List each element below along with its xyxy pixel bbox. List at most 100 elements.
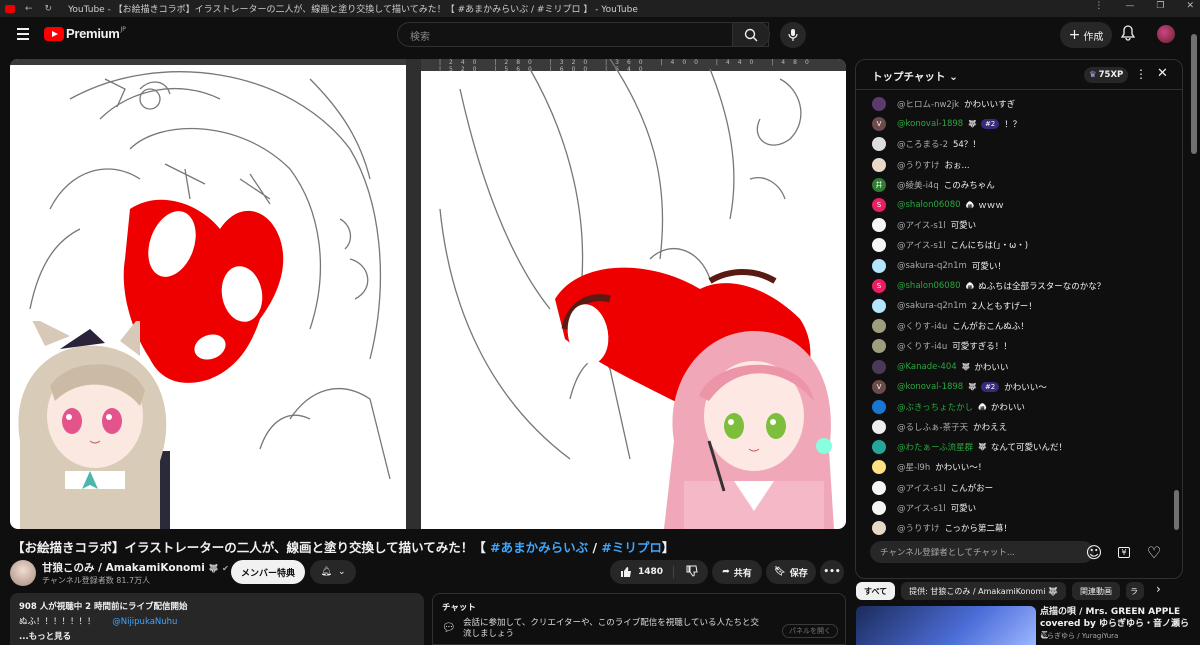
chat-author-avatar[interactable] [872,258,886,273]
chat-message[interactable]: @sakura-q2n1m 2人ともすげー！ [856,296,1174,316]
chat-message[interactable]: @うりすけ おぉ... [856,155,1174,175]
dislike-button[interactable] [678,565,698,580]
heart-icon[interactable]: ♡ [1146,543,1162,562]
search-button[interactable] [732,22,770,47]
chat-author-name[interactable]: @うりすけ [897,159,940,171]
more-actions-button[interactable]: ••• [820,560,844,584]
open-panel-button[interactable]: パネルを開く [782,624,838,638]
chat-message-list[interactable]: @ヒロム-nw2jk かわいいすぎ V @konoval-1898 🐺 #2！？ @ころまる… [856,94,1174,538]
chat-message[interactable]: @Kanade-404 🐺 かわいい [856,356,1174,376]
chat-author-name[interactable]: @アイス-s1l [897,502,946,514]
chat-author-name[interactable]: @アイス-s1l [897,219,946,231]
chat-author-name[interactable]: @アイス-s1l [897,482,946,494]
chat-author-name[interactable]: @くりす-i4u [897,320,947,332]
show-more-link[interactable]: ...もっと見る [19,630,415,642]
chat-author-avatar[interactable] [872,399,886,414]
chat-mode-selector[interactable]: トップチャット ⌄ [872,69,958,84]
xp-badge[interactable]: ♛ 75XP [1084,67,1129,83]
close-window-icon[interactable]: ✕ [1186,1,1194,11]
chat-author-name[interactable]: @るしふぁ-茶子天 [897,421,968,433]
chat-author-name[interactable]: @アイス-s1l [897,239,946,251]
notifications-button[interactable] [1120,25,1136,45]
restore-icon[interactable]: ❐ [1156,1,1164,11]
chip-next-partial[interactable]: ラ [1125,582,1144,600]
channel-name[interactable]: 甘狼このみ / AmakamiKonomi 🐺 ✔ [42,560,229,575]
chat-author-name[interactable]: @konoval-1898 [897,382,963,392]
chat-author-name[interactable]: @くりす-i4u [897,340,947,352]
chat-message[interactable]: 井 @綾美-i4q このみちゃん [856,175,1174,195]
chat-author-name[interactable]: @うりすけ [897,522,940,534]
chat-message[interactable]: @るしふぁ-茶子天 かわええ [856,417,1174,437]
chat-author-avatar[interactable]: S [872,198,886,213]
chat-author-name[interactable]: @sakura-q2n1m [897,261,967,271]
chat-author-avatar[interactable] [872,238,886,253]
chat-message[interactable]: @くりす-i4u 可愛すぎる！！ [856,336,1174,356]
chat-author-avatar[interactable]: 井 [872,177,886,192]
chat-author-name[interactable]: @ぶきっちょたかし [897,401,973,413]
chat-author-name[interactable]: @星-l9h [897,461,930,473]
chat-scrollbar[interactable] [1174,490,1179,530]
chat-message[interactable]: @くりす-i4u こんがおこんぬふ！ [856,316,1174,336]
account-avatar[interactable] [1157,25,1175,43]
chat-author-avatar[interactable] [872,157,886,172]
chat-author-avatar[interactable] [872,460,886,475]
chat-message[interactable]: @アイス-s1l 可愛い [856,498,1174,518]
chat-input[interactable]: チャンネル登録者としてチャット... [870,541,1094,563]
chat-message[interactable]: @アイス-s1l 可愛い [856,215,1174,235]
chat-author-avatar[interactable] [872,218,886,233]
chat-author-name[interactable]: @konoval-1898 [897,119,963,129]
chat-message[interactable]: @うりすけ こっから第二幕！ [856,518,1174,538]
chat-author-avatar[interactable] [872,359,886,374]
mention-link[interactable]: @NijipukaNuhu [112,617,177,627]
chat-message[interactable]: V @konoval-1898 🐺 #2 かわいい〜 [856,377,1174,397]
emoji-icon[interactable]: ☺ [1086,543,1103,562]
chat-message[interactable]: @sakura-q2n1m 可愛い！ [856,256,1174,276]
membership-button[interactable]: メンバー特典 [231,560,305,584]
hashtag-amakami[interactable]: #あまかみらいぶ [490,540,588,555]
chat-author-avatar[interactable] [872,298,886,313]
chip-related[interactable]: 関連動画 [1071,582,1120,600]
recommendation-channel[interactable]: ゆらぎゆら / YuragiYura [1040,631,1118,641]
chat-author-avatar[interactable] [872,480,886,495]
chat-author-name[interactable]: @Kanade-404 [897,362,957,372]
chevron-right-icon[interactable]: › [1150,582,1161,600]
chat-author-avatar[interactable]: V [872,379,886,394]
chip-from-channel[interactable]: 提供: 甘狼このみ / AmakamiKonomi 🐺 [901,582,1066,600]
chat-author-avatar[interactable] [872,440,886,455]
chat-message[interactable]: @ぶきっちょたかし 🍙 かわいい [856,397,1174,417]
chat-message[interactable]: S @shalon06080 🍙 ぬふちは全部ラスターなのかな？ [856,276,1174,296]
chat-author-avatar[interactable] [872,521,886,536]
back-arrow-icon[interactable]: ← [25,4,33,14]
create-button[interactable]: + 作成 [1060,22,1112,48]
chat-author-name[interactable]: @ヒロム-nw2jk [897,98,959,110]
like-button[interactable]: 1480 [620,566,675,578]
minimize-icon[interactable]: — [1125,1,1134,11]
save-button[interactable]: 🔖︎ 保存 [766,560,816,584]
chat-message[interactable]: @ころまる-2 54？！ [856,134,1174,154]
channel-avatar[interactable] [10,560,36,586]
chat-author-avatar[interactable] [872,500,886,515]
chat-author-name[interactable]: @shalon06080 [897,200,961,210]
chat-author-name[interactable]: @shalon06080 [897,281,961,291]
chat-message[interactable]: V @konoval-1898 🐺 #2 ！？ [856,114,1174,134]
chat-author-avatar[interactable] [872,137,886,152]
chat-author-name[interactable]: @ころまる-2 [897,138,948,150]
chip-all[interactable]: すべて [856,582,896,600]
super-chat-icon[interactable]: ¥ [1116,544,1132,560]
chat-message[interactable]: @星-l9h かわいい〜！ [856,457,1174,477]
chat-author-name[interactable]: @綾美-i4q [897,179,939,191]
reload-icon[interactable]: ↻ [45,4,53,14]
chat-message[interactable]: @わたぁーふ流星群 🐺 なんて可愛いんだ！ [856,437,1174,457]
subscription-bell-button[interactable]: 🔔︎ ⌄ [310,560,356,584]
chat-author-name[interactable]: @sakura-q2n1m [897,301,967,311]
chat-author-avatar[interactable] [872,97,886,112]
chat-author-name[interactable]: @わたぁーふ流星群 [897,441,973,453]
chat-author-avatar[interactable]: S [872,278,886,293]
chat-message[interactable]: S @shalon06080 🍙 ｗｗｗ [856,195,1174,215]
voice-search-button[interactable] [780,22,806,48]
chat-message[interactable]: @ヒロム-nw2jk かわいいすぎ [856,94,1174,114]
youtube-logo[interactable]: Premium JP [44,26,126,41]
kebab-menu-icon[interactable]: ⋮ [1094,1,1103,11]
description-box[interactable]: 908 人が視聴中 2 時間前にライブ配信開始 ぬふ！！！！！！！ @Nijip… [10,593,424,645]
hamburger-menu-icon[interactable] [17,28,29,43]
